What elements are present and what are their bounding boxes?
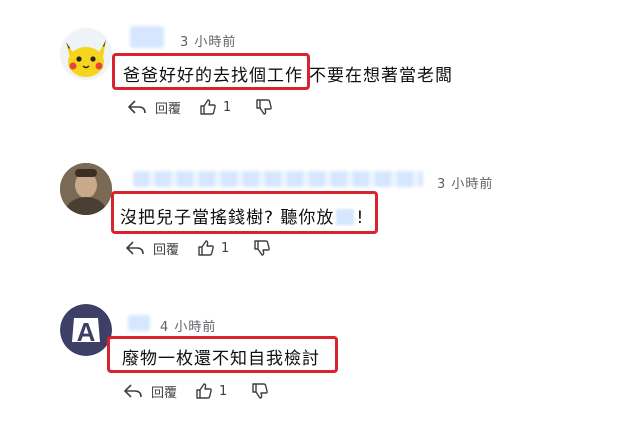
- dislike-button[interactable]: [253, 239, 271, 257]
- reply-button[interactable]: 回覆: [123, 382, 195, 401]
- avatar[interactable]: [60, 163, 112, 215]
- like-count: 1: [219, 383, 228, 399]
- reply-label: 回覆: [153, 242, 180, 258]
- reply-icon: [126, 241, 144, 255]
- comment-3: A 4 小時前 廢物一枚還不知自我檢討 回覆 1: [0, 0, 640, 401]
- comment-time: 3 小時前: [437, 177, 494, 192]
- redacted-word: [336, 209, 355, 225]
- like-button[interactable]: 1: [197, 239, 229, 257]
- comment-time: 4 小時前: [160, 320, 217, 335]
- like-count: 1: [221, 240, 230, 256]
- thumbs-up-icon: [198, 240, 214, 256]
- comment-text-highlighted: 沒把兒子當搖錢樹? 聽你放: [120, 208, 335, 228]
- thumbs-up-icon: [196, 383, 212, 399]
- comment-actions: 回覆 1: [123, 379, 269, 403]
- reply-button[interactable]: 回覆: [125, 239, 197, 258]
- comment-text-highlighted: 廢物一枚還不知自我檢討: [122, 349, 320, 369]
- reply-icon: [124, 384, 142, 398]
- like-button[interactable]: 1: [195, 382, 227, 400]
- comment-text-rest: !: [356, 208, 365, 228]
- thumbs-down-icon: [252, 383, 269, 399]
- thumbs-down-icon: [254, 240, 271, 256]
- dislike-button[interactable]: [251, 382, 269, 400]
- avatar[interactable]: A: [60, 304, 112, 356]
- svg-text:A: A: [77, 317, 96, 347]
- letter-a-avatar-icon: A: [60, 304, 112, 356]
- comment-actions: 回覆 1: [125, 236, 271, 260]
- photo-avatar-icon: [60, 163, 112, 215]
- redacted-username: [128, 315, 150, 331]
- reply-label: 回覆: [151, 385, 178, 401]
- comment-text: 廢物一枚還不知自我檢討: [122, 344, 320, 369]
- redacted-username: [133, 171, 423, 187]
- comment-text: 沒把兒子當搖錢樹? 聽你放!: [120, 203, 364, 228]
